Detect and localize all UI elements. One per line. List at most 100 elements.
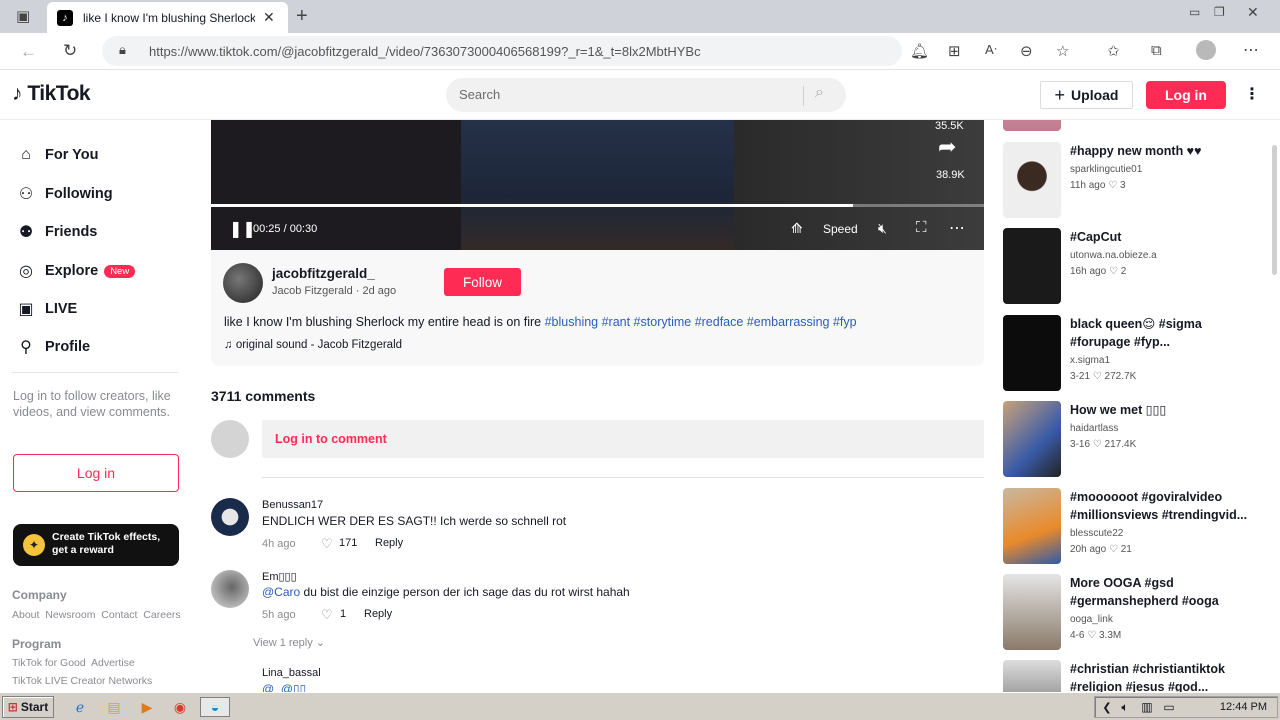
search-icon[interactable]: ⌕ bbox=[815, 84, 824, 102]
close-tab-icon[interactable]: ✕ bbox=[263, 9, 275, 26]
video-title[interactable]: #happy new month ♥♥ bbox=[1070, 142, 1255, 160]
video-thumbnail[interactable] bbox=[1003, 120, 1061, 131]
comment-avatar[interactable] bbox=[211, 570, 249, 608]
reply-button[interactable]: Reply bbox=[364, 608, 392, 620]
collections-icon[interactable]: ⧉ bbox=[1151, 42, 1162, 59]
sound-row[interactable]: ♫ original sound - Jacob Fitzgerald bbox=[224, 339, 402, 351]
comment-mention[interactable]: @_@▯▯ bbox=[262, 682, 306, 692]
add-favorite-icon[interactable]: ☆ bbox=[1056, 42, 1069, 60]
view-replies[interactable]: View 1 reply ⌄ bbox=[253, 636, 325, 649]
start-button[interactable]: ⊞ Start bbox=[2, 696, 54, 718]
speed-button[interactable]: Speed bbox=[823, 222, 858, 236]
comment-username[interactable]: Lina_bassal bbox=[262, 667, 321, 679]
mute-icon[interactable]: 🔇︎ bbox=[878, 220, 887, 237]
minimize-icon[interactable]: ▭ bbox=[1189, 5, 1200, 19]
tray-chevron-icon[interactable]: ❮ bbox=[1097, 697, 1117, 717]
comment-avatar[interactable] bbox=[211, 498, 249, 536]
video-title[interactable]: black queen😌 #sigma #forupage #fyp... bbox=[1070, 315, 1255, 351]
video-thumbnail[interactable] bbox=[1003, 315, 1061, 391]
profile-avatar-icon[interactable] bbox=[1196, 40, 1216, 60]
share-icon[interactable]: ➦ bbox=[938, 134, 956, 160]
browser-tab[interactable]: ♪ like I know I'm blushing Sherlock ✕ bbox=[47, 2, 288, 33]
post-hashtags[interactable]: #blushing #rant #storytime #redface #emb… bbox=[545, 315, 857, 329]
video-title[interactable]: #moooooot #goviralvideo #millionsviews #… bbox=[1070, 488, 1255, 524]
fullscreen-icon[interactable]: ⛶ bbox=[916, 219, 927, 236]
heart-icon[interactable]: ♡ bbox=[321, 607, 333, 623]
video-more-icon[interactable]: ⋯ bbox=[949, 218, 965, 238]
read-aloud-icon[interactable]: Aᐧ bbox=[985, 42, 997, 58]
more-menu-icon[interactable]: ⋮ bbox=[1244, 84, 1260, 104]
video-author[interactable]: x.sigma1 bbox=[1070, 355, 1110, 366]
video-author[interactable]: sparklingcutie01 bbox=[1070, 164, 1142, 175]
comment-username[interactable]: Em▯▯▯ bbox=[262, 570, 297, 583]
sidebar-item-following[interactable]: ⚇ Following bbox=[16, 184, 113, 204]
sidebar-item-friends[interactable]: ⚉ Friends bbox=[16, 222, 98, 242]
heart-icon[interactable]: ♡ bbox=[321, 536, 333, 552]
program-links-2[interactable]: TikTok LIVE Creator Networks bbox=[12, 675, 152, 687]
url-field[interactable]: 🔒︎ https://www.tiktok.com/@jacobfitzgera… bbox=[102, 36, 902, 66]
effects-banner[interactable]: ✦ Create TikTok effects, get a reward bbox=[13, 524, 179, 566]
sidebar-item-for-you[interactable]: ⌂ For You bbox=[16, 146, 98, 164]
restore-icon[interactable]: ❐ bbox=[1214, 5, 1225, 19]
edge-taskbar-button[interactable]: ◒ bbox=[200, 697, 230, 717]
comment-input[interactable]: Log in to comment bbox=[262, 420, 984, 458]
new-tab-icon[interactable]: + bbox=[296, 5, 308, 28]
video-thumbnail[interactable] bbox=[1003, 574, 1061, 650]
company-links[interactable]: About Newsroom Contact Careers bbox=[12, 609, 181, 621]
login-to-comment[interactable]: Log in to comment bbox=[275, 432, 387, 446]
lock-icon[interactable]: 🔒︎ bbox=[119, 42, 126, 58]
program-links[interactable]: TikTok for Good Advertise bbox=[12, 657, 135, 669]
video-author[interactable]: ooga_link bbox=[1070, 614, 1113, 625]
pause-icon[interactable]: ❚❚ bbox=[229, 219, 256, 239]
network-icon[interactable]: ▥ bbox=[1137, 697, 1157, 717]
sidebar-item-explore[interactable]: ◎ Explore New bbox=[16, 261, 136, 281]
video-title[interactable]: More OOGA #gsd #germanshepherd #ooga bbox=[1070, 574, 1255, 610]
sidebar-login-button[interactable]: Log in bbox=[13, 454, 179, 492]
volume-icon[interactable]: 🔈︎ bbox=[1115, 697, 1135, 717]
heart-icon: ♡ bbox=[1092, 439, 1102, 450]
comment-username[interactable]: Benussan17 bbox=[262, 499, 323, 511]
author-avatar[interactable] bbox=[223, 263, 263, 303]
scrollbar-thumb[interactable] bbox=[1272, 145, 1277, 275]
video-player[interactable]: 35.5K ➦ 38.9K ❚❚ 00:25 / 00:30 ⟰ Speed 🔇… bbox=[211, 120, 984, 250]
video-title[interactable]: #CapCut bbox=[1070, 228, 1255, 246]
tab-actions-icon[interactable]: ▣ bbox=[16, 7, 30, 25]
refresh-icon[interactable]: ↻ bbox=[63, 41, 77, 61]
back-icon[interactable]: ← bbox=[20, 42, 37, 62]
author-username[interactable]: jacobfitzgerald_ bbox=[272, 266, 375, 281]
reply-button[interactable]: Reply bbox=[375, 537, 403, 549]
video-title[interactable]: How we met ▯▯▯ bbox=[1070, 401, 1255, 419]
ie-icon[interactable]: ℯ bbox=[70, 697, 90, 717]
zoom-icon[interactable]: ⊖ bbox=[1020, 42, 1033, 60]
video-author[interactable]: haidartlass bbox=[1070, 423, 1118, 434]
notifications-blocked-icon[interactable]: 🔔︎ bbox=[910, 42, 929, 60]
video-thumbnail[interactable] bbox=[1003, 660, 1061, 692]
more-options-icon[interactable]: ⋯ bbox=[1243, 40, 1259, 60]
video-author[interactable]: blesscute22 bbox=[1070, 528, 1123, 539]
video-progress-bar[interactable] bbox=[211, 204, 984, 207]
apps-icon[interactable]: ⊞ bbox=[948, 42, 961, 60]
comment-mention[interactable]: @Caro bbox=[262, 585, 300, 599]
taskbar-clock[interactable]: 12:44 PM bbox=[1220, 701, 1267, 713]
video-thumbnail[interactable] bbox=[1003, 401, 1061, 477]
chrome-icon[interactable]: ◉ bbox=[170, 697, 190, 717]
folder-icon[interactable]: ▤ bbox=[104, 697, 124, 717]
tiktok-logo[interactable]: ♪ TikTok bbox=[12, 82, 91, 106]
media-player-icon[interactable]: ▶ bbox=[137, 697, 157, 717]
sidebar-item-label: Explore bbox=[45, 263, 99, 279]
sidebar-item-live[interactable]: ▣ LIVE bbox=[16, 299, 77, 319]
mini-player-icon[interactable]: ⟰ bbox=[791, 220, 803, 237]
upload-button[interactable]: + Upload bbox=[1040, 81, 1133, 109]
video-author[interactable]: utonwa.na.obieze.a bbox=[1070, 250, 1157, 261]
video-thumbnail[interactable] bbox=[1003, 142, 1061, 218]
close-window-icon[interactable]: ✕ bbox=[1247, 4, 1259, 21]
video-thumbnail[interactable] bbox=[1003, 488, 1061, 564]
login-button[interactable]: Log in bbox=[1146, 81, 1226, 109]
video-thumbnail[interactable] bbox=[1003, 228, 1061, 304]
search-input[interactable]: Search ⌕ bbox=[446, 78, 846, 112]
follow-button[interactable]: Follow bbox=[444, 268, 521, 296]
video-title[interactable]: #christian #christiantiktok #religion #j… bbox=[1070, 660, 1255, 692]
battery-icon[interactable]: ▭ bbox=[1159, 697, 1179, 717]
favorites-icon[interactable]: ✩ bbox=[1107, 42, 1120, 60]
sidebar-item-profile[interactable]: ⚲ Profile bbox=[16, 337, 90, 357]
